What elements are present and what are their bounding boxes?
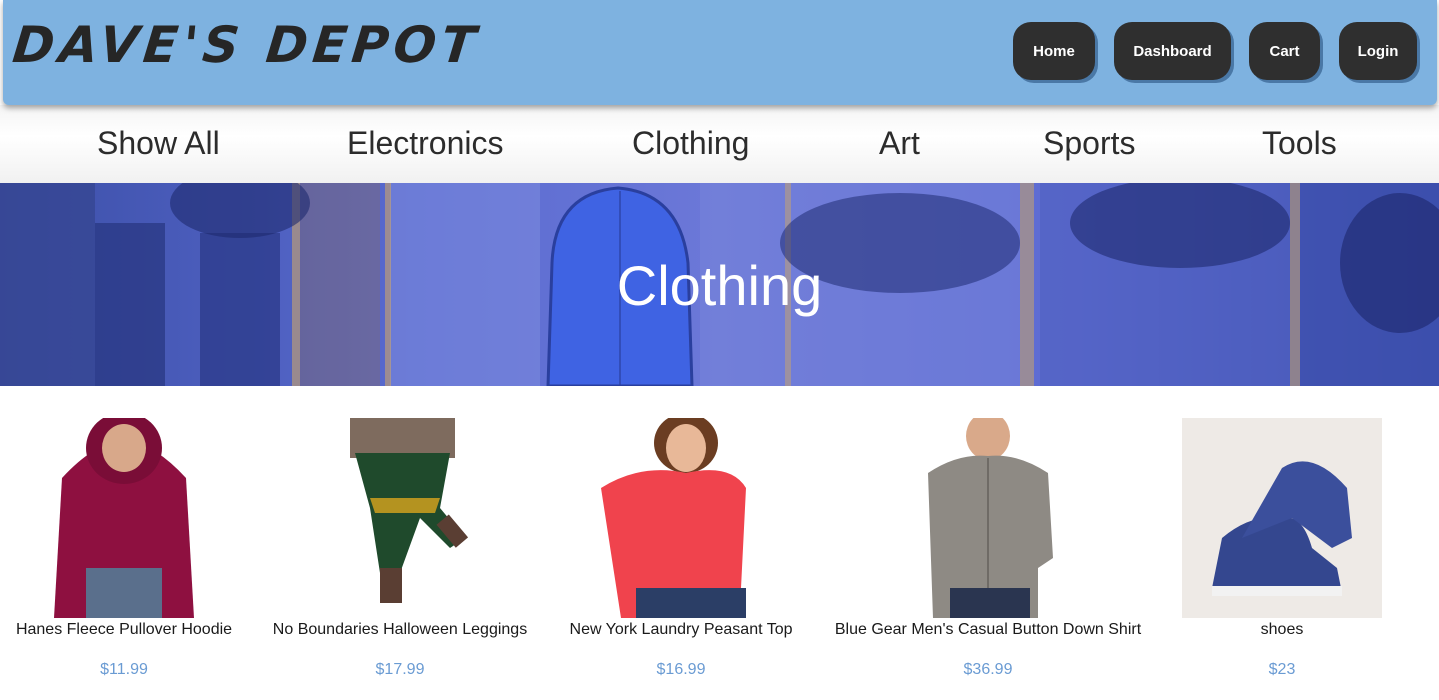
product-image[interactable] (1182, 418, 1382, 618)
product-name[interactable]: No Boundaries Halloween Leggings (240, 621, 560, 639)
home-button[interactable]: Home (1013, 22, 1095, 80)
category-nav: Show All Electronics Clothing Art Sports… (0, 105, 1439, 183)
dashboard-button[interactable]: Dashboard (1114, 22, 1231, 80)
product-name[interactable]: New York Laundry Peasant Top (521, 621, 841, 639)
category-clothing[interactable]: Clothing (632, 125, 749, 162)
product-price: $36.99 (963, 661, 1013, 678)
hero-banner: Clothing (0, 183, 1439, 386)
category-electronics[interactable]: Electronics (347, 125, 504, 162)
login-button[interactable]: Login (1339, 22, 1417, 80)
cart-button[interactable]: Cart (1249, 22, 1320, 80)
site-logo[interactable]: DAVE'S DEPOT (10, 16, 483, 74)
product-price: $11.99 (100, 661, 148, 678)
product-image[interactable] (24, 418, 224, 618)
product-name[interactable]: shoes (1122, 621, 1439, 639)
product-price: $23 (1268, 661, 1296, 678)
category-art[interactable]: Art (879, 125, 920, 162)
product-name[interactable]: Blue Gear Men's Casual Button Down Shirt (828, 621, 1148, 639)
product-image[interactable] (300, 418, 500, 618)
site-header: DAVE'S DEPOT Home Dashboard Cart Login (3, 0, 1437, 105)
hero-title: Clothing (616, 254, 823, 317)
category-show-all[interactable]: Show All (97, 125, 220, 162)
product-price: $16.99 (656, 661, 706, 678)
product-price: $17.99 (375, 661, 425, 678)
category-sports[interactable]: Sports (1043, 125, 1135, 162)
product-image[interactable] (581, 418, 781, 618)
product-image[interactable] (888, 418, 1088, 618)
category-tools[interactable]: Tools (1262, 125, 1337, 162)
